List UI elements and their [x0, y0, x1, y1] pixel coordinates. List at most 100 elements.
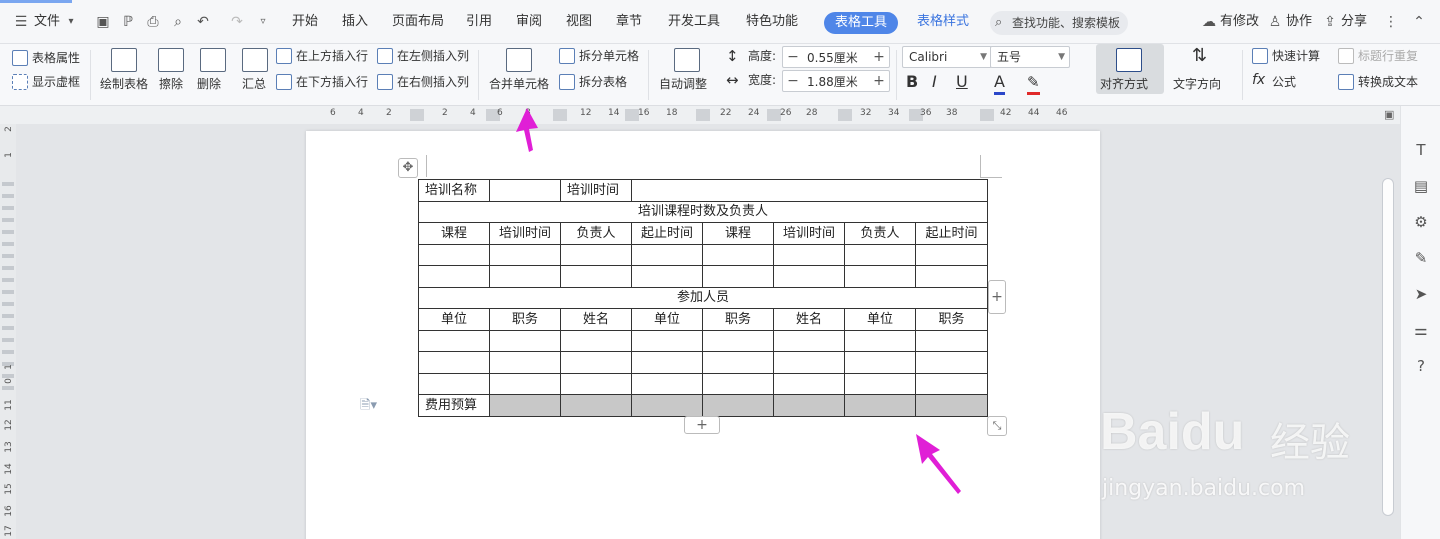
table-cell[interactable]	[489, 179, 561, 202]
selected-cell[interactable]	[489, 394, 561, 417]
table-cell[interactable]: 培训时间	[560, 179, 632, 202]
width-stepper[interactable]: − 1.88厘米 +	[782, 70, 890, 92]
table-move-handle-icon[interactable]: ✥	[398, 158, 418, 178]
add-column-icon[interactable]: +	[988, 280, 1006, 314]
selected-cell[interactable]	[773, 394, 845, 417]
underline-icon[interactable]: U	[956, 72, 968, 92]
table-cell[interactable]	[631, 243, 703, 266]
selected-cell[interactable]	[702, 394, 774, 417]
tab-chapter[interactable]: 章节	[616, 12, 642, 32]
table-cell[interactable]: 职务	[489, 308, 561, 331]
table-cell[interactable]: 课程	[418, 222, 490, 245]
delete-button[interactable]: 删除	[197, 76, 221, 92]
text-style-icon[interactable]: T	[1411, 140, 1431, 160]
resize-table-icon[interactable]: ⤡	[987, 416, 1007, 436]
horizontal-ruler[interactable]: 6 4 2 2 4 6 8 12 14 16 18 22 24 26 28 32…	[0, 106, 1400, 124]
text-direction-button[interactable]: 文字方向	[1173, 76, 1221, 92]
table-cell[interactable]	[915, 329, 988, 352]
tab-table-style[interactable]: 表格样式	[917, 12, 969, 32]
section-header-cell[interactable]: 培训课程时数及负责人	[418, 200, 988, 223]
table-cell[interactable]	[915, 372, 988, 395]
table-cell[interactable]	[489, 372, 561, 395]
selected-cell[interactable]	[844, 394, 916, 417]
table-cell[interactable]	[631, 265, 703, 288]
ruler-marker[interactable]	[410, 109, 424, 121]
table-cell[interactable]	[489, 243, 561, 266]
adjust-sliders-icon[interactable]: ⚌	[1411, 320, 1431, 340]
show-grid-button[interactable]: 显示虚框	[32, 74, 80, 90]
table-cell[interactable]: 负责人	[560, 222, 632, 245]
table-cell[interactable]	[773, 351, 845, 374]
print-preview-icon[interactable]: ⌕	[169, 13, 187, 31]
draw-table-button[interactable]: 绘制表格	[100, 76, 148, 92]
table-cell[interactable]	[844, 329, 916, 352]
select-cursor-icon[interactable]: ➤	[1411, 284, 1431, 304]
increase-icon[interactable]: +	[869, 71, 889, 91]
table-cell[interactable]	[844, 265, 916, 288]
undo-icon[interactable]: ↶	[194, 13, 212, 31]
font-color-icon[interactable]: A	[994, 72, 1005, 95]
table-cell[interactable]: 职务	[702, 308, 774, 331]
header-repeat-button[interactable]: 标题行重复	[1358, 48, 1418, 64]
paragraph-layout-icon[interactable]: 🗎▾	[360, 396, 377, 418]
table-cell[interactable]	[702, 243, 774, 266]
add-row-icon[interactable]: +	[684, 416, 720, 434]
print-icon[interactable]: ⎙	[144, 13, 162, 31]
table-cell[interactable]	[560, 372, 632, 395]
decrease-icon[interactable]: −	[783, 47, 803, 67]
table-cell[interactable]	[631, 372, 703, 395]
selected-cell[interactable]	[915, 394, 988, 417]
file-menu[interactable]: 文件	[34, 12, 60, 32]
height-value[interactable]: 0.55厘米	[807, 49, 858, 66]
table-cell[interactable]	[418, 372, 490, 395]
table-cell[interactable]: 姓名	[773, 308, 845, 331]
table-cell[interactable]: 单位	[418, 308, 490, 331]
table-cell[interactable]	[915, 265, 988, 288]
save-icon[interactable]: ▣	[94, 13, 112, 31]
table-cell[interactable]	[489, 351, 561, 374]
insert-row-below-button[interactable]: 在下方插入行	[296, 74, 368, 90]
edit-pen-icon[interactable]: ✎	[1411, 248, 1431, 268]
table-cell[interactable]: 培训时间	[773, 222, 845, 245]
share-icon[interactable]: ⇪	[1321, 13, 1339, 31]
redo-icon[interactable]: ↷	[228, 13, 246, 31]
tab-review[interactable]: 审阅	[516, 12, 542, 32]
table-props-button[interactable]: 表格属性	[32, 50, 80, 66]
table-cell[interactable]: 课程	[702, 222, 774, 245]
customize-toolbar-icon[interactable]: ▿	[254, 13, 272, 31]
collapse-ribbon-icon[interactable]: ⌃	[1410, 13, 1428, 31]
table-cell[interactable]	[915, 243, 988, 266]
decrease-icon[interactable]: −	[783, 71, 803, 91]
table-cell[interactable]	[631, 179, 988, 202]
font-size-select[interactable]: 五号 ▼	[990, 46, 1070, 68]
table-cell[interactable]	[560, 329, 632, 352]
formula-button[interactable]: 公式	[1272, 74, 1296, 90]
font-name-select[interactable]: Calibri ▼	[902, 46, 992, 68]
chevron-down-icon[interactable]: ▾	[62, 13, 80, 31]
tab-developer[interactable]: 开发工具	[668, 12, 720, 32]
ruler-toggle-icon[interactable]: ▣	[1384, 108, 1394, 121]
table-cell[interactable]	[773, 243, 845, 266]
table-cell[interactable]	[418, 351, 490, 374]
insert-col-left-button[interactable]: 在左侧插入列	[397, 48, 469, 64]
table-cell[interactable]	[773, 329, 845, 352]
highlight-icon[interactable]: ✎	[1027, 72, 1040, 95]
ruler-marker[interactable]	[625, 109, 639, 121]
bold-icon[interactable]: B	[906, 72, 918, 92]
table-cell[interactable]	[702, 265, 774, 288]
table-cell[interactable]	[560, 351, 632, 374]
table-cell[interactable]	[702, 329, 774, 352]
selected-cell[interactable]	[560, 394, 632, 417]
height-stepper[interactable]: − 0.55厘米 +	[782, 46, 890, 68]
auto-fit-button[interactable]: 自动调整	[659, 76, 707, 92]
table-cell[interactable]: 起止时间	[915, 222, 988, 245]
table-cell[interactable]: 培训名称	[418, 179, 490, 202]
erase-button[interactable]: 擦除	[159, 76, 183, 92]
ruler-marker[interactable]	[980, 109, 994, 121]
section-header-cell[interactable]: 参加人员	[418, 286, 988, 309]
table-cell[interactable]	[631, 329, 703, 352]
ruler-marker[interactable]	[767, 109, 781, 121]
ruler-marker[interactable]	[696, 109, 710, 121]
table-cell[interactable]	[844, 351, 916, 374]
table-cell[interactable]	[489, 265, 561, 288]
